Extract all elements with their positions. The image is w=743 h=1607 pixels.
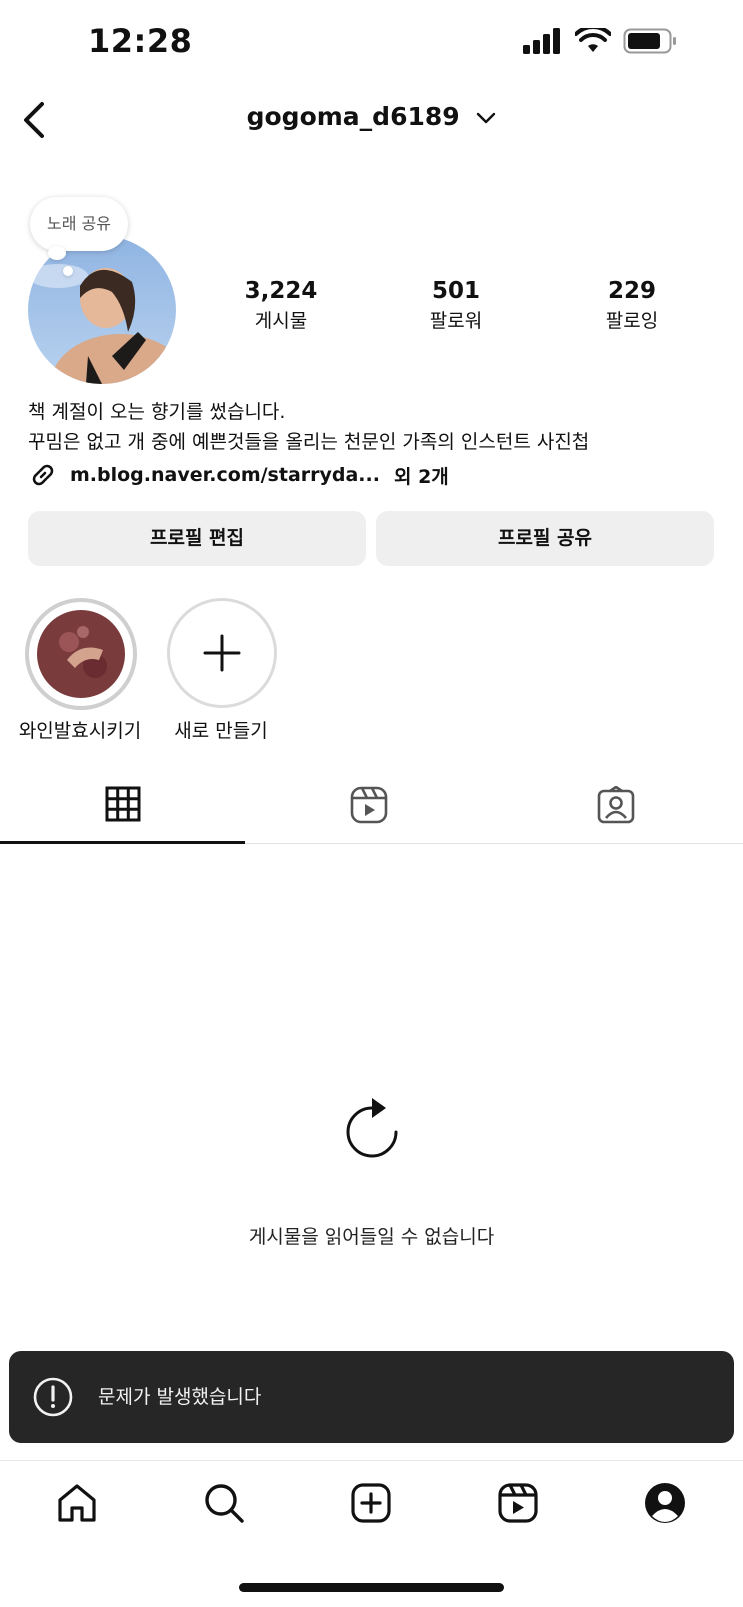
link-icon — [32, 464, 54, 486]
status-time: 12:28 — [88, 22, 193, 60]
edit-profile-button[interactable]: 프로필 편집 — [28, 511, 366, 566]
bio-line: 책 계절이 오는 향기를 썼습니다. — [28, 401, 286, 423]
wifi-icon — [575, 28, 611, 52]
tab-grid-icon[interactable] — [105, 786, 141, 822]
note-bubble-tail — [48, 246, 66, 260]
toast-message: 문제가 발생했습니다 — [98, 1386, 262, 1408]
home-icon[interactable] — [56, 1482, 98, 1524]
tab-tagged-icon[interactable] — [597, 786, 635, 824]
stat-followers-label: 팔로워 — [429, 310, 483, 332]
tab-reels-icon[interactable] — [350, 786, 388, 824]
alert-circle-icon — [33, 1377, 73, 1417]
highlight-thumbnail — [37, 610, 125, 698]
stat-following-value: 229 — [607, 278, 656, 304]
username-switcher[interactable]: gogoma_d6189 — [0, 102, 743, 131]
profile-bio: 책 계절이 오는 향기를 썼습니다. 꾸밈은 없고 개 중에 예쁜것들을 올리는… — [28, 397, 589, 457]
signal-icon — [523, 28, 560, 54]
bottom-nav-divider — [0, 1460, 743, 1461]
feed-error-message: 게시물을 읽어들일 수 없습니다 — [248, 1226, 495, 1248]
plus-icon — [203, 634, 241, 672]
stat-following-label: 팔로잉 — [605, 310, 659, 332]
battery-icon — [623, 28, 676, 54]
highlight-wine[interactable] — [25, 598, 137, 710]
reels-icon[interactable] — [497, 1482, 539, 1524]
highlight-label: 와인발효시키기 — [18, 720, 142, 742]
stat-followers-value: 501 — [431, 278, 480, 304]
profile-icon[interactable] — [644, 1482, 686, 1524]
highlight-label: 새로 만들기 — [174, 720, 268, 742]
chevron-down-icon — [477, 112, 496, 124]
status-icons — [523, 28, 677, 54]
note-bubble-tail-dot — [63, 266, 73, 276]
stat-following[interactable]: 229 팔로잉 — [562, 278, 702, 333]
share-profile-button[interactable]: 프로필 공유 — [376, 511, 714, 566]
create-post-icon[interactable] — [350, 1482, 392, 1524]
stat-followers[interactable]: 501 팔로워 — [386, 278, 526, 333]
bio-line: 꾸밈은 없고 개 중에 예쁜것들을 올리는 천문인 가족의 인스턴트 사진첩 — [28, 431, 590, 453]
reload-icon[interactable] — [342, 1098, 402, 1164]
stat-posts-value: 3,224 — [244, 278, 318, 304]
note-bubble[interactable]: 노래 공유 — [30, 197, 128, 251]
tab-active-indicator — [0, 841, 245, 844]
home-indicator — [239, 1583, 504, 1592]
new-highlight-button[interactable] — [167, 598, 277, 708]
stat-posts-label: 게시물 — [254, 310, 308, 332]
username: gogoma_d6189 — [246, 102, 460, 131]
link-url: m.blog.naver.com/starryda... — [70, 464, 380, 486]
link-more: 외 2개 — [393, 465, 449, 488]
search-icon[interactable] — [203, 1482, 245, 1524]
profile-link[interactable]: m.blog.naver.com/starryda... 외 2개 — [28, 460, 449, 490]
stat-posts[interactable]: 3,224 게시물 — [211, 278, 351, 333]
